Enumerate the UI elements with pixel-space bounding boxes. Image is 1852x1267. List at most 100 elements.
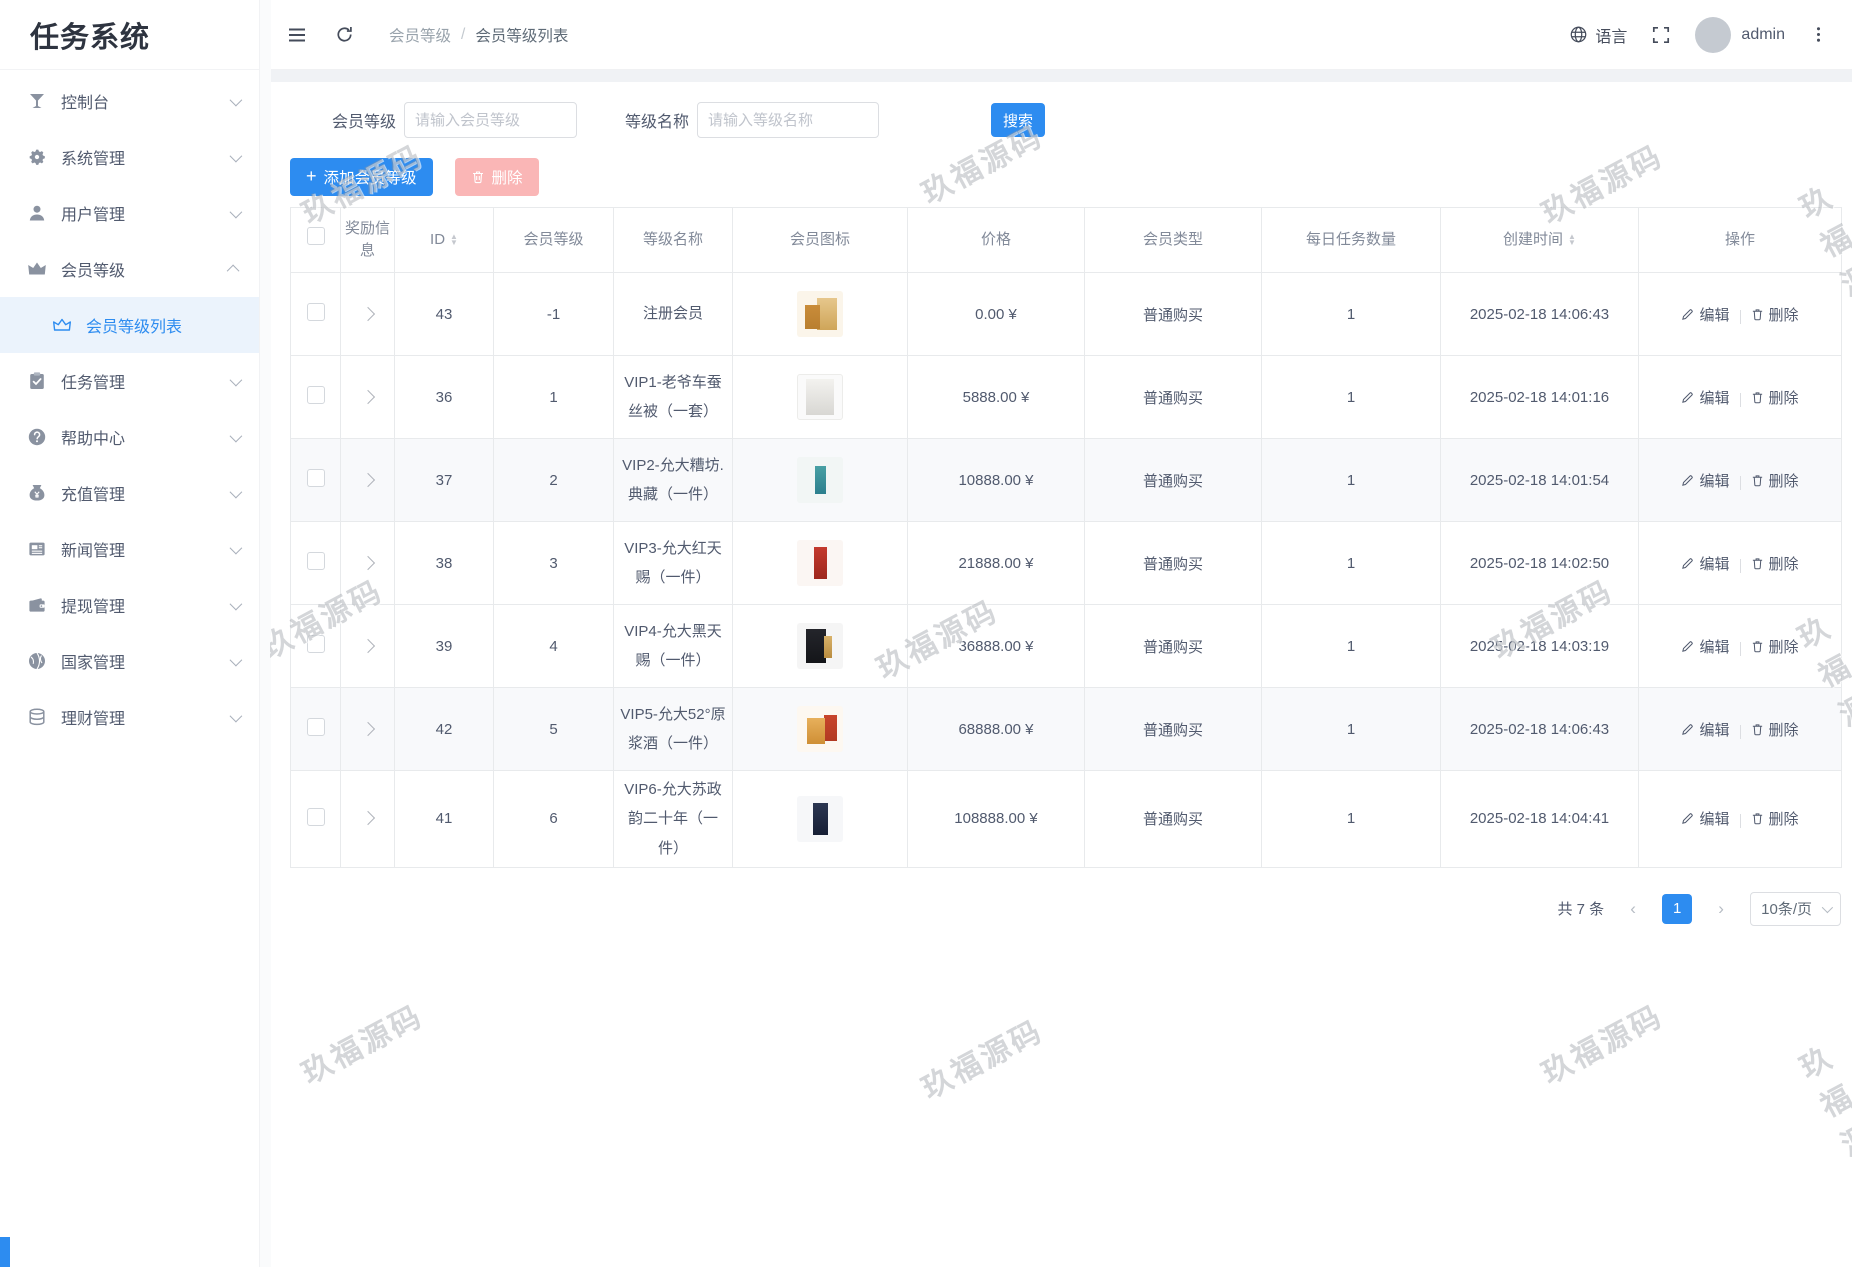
cell-price: 10888.00 ¥ (907, 438, 1085, 522)
expand-row-icon[interactable] (360, 472, 375, 487)
sort-icons[interactable]: ▲ ▼ (450, 233, 458, 247)
edit-button[interactable]: 编辑 (1681, 470, 1730, 491)
corner-accent (0, 1237, 10, 1267)
edit-button[interactable]: 编辑 (1681, 553, 1730, 574)
sidebar-item-label: 会员等级 (61, 263, 126, 280)
sidebar-item-help[interactable]: 帮助中心 (0, 409, 259, 465)
row-checkbox[interactable] (306, 386, 325, 404)
clipboard-icon (27, 371, 47, 391)
column-id[interactable]: ID ▲ ▼ (394, 207, 494, 273)
delete-button[interactable]: 删除 (1751, 636, 1799, 657)
database-icon (27, 707, 47, 727)
prev-page-button[interactable]: ‹ (1618, 893, 1649, 924)
sidebar-item-member-level-list[interactable]: 会员等级列表 (0, 297, 259, 353)
level-name-input[interactable] (697, 102, 880, 138)
search-button[interactable]: 搜索 (991, 103, 1046, 137)
table-row: 42 5 VIP5-允大52°原浆酒（一件） 68888.00 ¥ 普通购买 1… (290, 687, 1842, 771)
cell-id: 42 (394, 687, 494, 771)
row-checkbox[interactable] (306, 635, 325, 653)
product-image (797, 795, 843, 842)
member-level-input[interactable] (404, 102, 578, 138)
column-actions: 操作 (1638, 207, 1842, 273)
sidebar-item-withdraw[interactable]: 提现管理 (0, 577, 259, 633)
cell-daily-count: 1 (1261, 272, 1441, 356)
hamburger-menu-icon[interactable] (286, 24, 308, 46)
cell-member-type: 普通购买 (1084, 355, 1262, 439)
sidebar-item-system[interactable]: 系统管理 (0, 129, 259, 185)
cell-member-level: 3 (493, 521, 614, 605)
sidebar-item-users[interactable]: 用户管理 (0, 185, 259, 241)
sidebar-item-label: 控制台 (61, 95, 110, 112)
sidebar-item-country[interactable]: 国家管理 (0, 633, 259, 689)
cell-member-level: 4 (493, 604, 614, 688)
row-checkbox[interactable] (306, 718, 325, 736)
user-menu[interactable]: admin (1695, 16, 1785, 53)
breadcrumb-member-level[interactable]: 会员等级 (389, 24, 451, 46)
row-checkbox[interactable] (306, 303, 325, 321)
edit-button[interactable]: 编辑 (1681, 304, 1730, 325)
table-body: 43 -1 注册会员 0.00 ¥ 普通购买 1 2025-02-18 14:0… (290, 272, 1842, 868)
column-daily-task-count: 每日任务数量 (1261, 207, 1441, 273)
select-all-checkbox[interactable] (306, 227, 325, 246)
sidebar-item-recharge[interactable]: 充值管理 (0, 465, 259, 521)
sidebar-item-news[interactable]: 新闻管理 (0, 521, 259, 577)
trash-icon (1751, 640, 1764, 653)
chevron-down-icon (229, 541, 243, 554)
cell-member-level: 1 (493, 355, 614, 439)
next-page-button[interactable]: › (1706, 893, 1737, 924)
row-checkbox[interactable] (306, 469, 325, 487)
kebab-menu-icon[interactable] (1809, 25, 1828, 44)
delete-button[interactable]: 删除 (1751, 719, 1799, 740)
expand-row-icon[interactable] (360, 638, 375, 653)
wallet-icon (27, 595, 47, 615)
row-checkbox[interactable] (306, 552, 325, 570)
sidebar-item-member-level[interactable]: 会员等级 (0, 241, 259, 297)
sidebar-item-console[interactable]: 控制台 (0, 73, 259, 129)
edit-button[interactable]: 编辑 (1681, 636, 1730, 657)
product-image (797, 291, 843, 337)
sort-icons[interactable]: ▲ ▼ (1568, 233, 1576, 247)
edit-button[interactable]: 编辑 (1681, 719, 1730, 740)
sidebar-scrollbar[interactable] (259, 0, 271, 1267)
trash-icon (1751, 557, 1764, 570)
delete-button[interactable]: 删除 (1751, 304, 1799, 325)
row-checkbox[interactable] (306, 807, 325, 826)
add-member-level-button[interactable]: + 添加会员等级 (290, 158, 433, 196)
cell-member-level: 5 (493, 687, 614, 771)
language-switcher[interactable]: 语言 (1569, 23, 1627, 47)
expand-row-icon[interactable] (360, 306, 375, 321)
breadcrumb-member-level-list[interactable]: 会员等级列表 (475, 24, 568, 46)
sidebar-item-finance[interactable]: 理财管理 (0, 689, 259, 745)
pagination: 共 7 条 ‹ 1 › 10条/页 (290, 891, 1841, 926)
delete-button[interactable]: 删除 (1751, 387, 1799, 408)
chevron-down-icon (229, 485, 243, 498)
chevron-down-icon (229, 653, 243, 666)
edit-button[interactable]: 编辑 (1681, 808, 1730, 829)
delete-button[interactable]: 删除 (1751, 553, 1799, 574)
table-row: 36 1 VIP1-老爷车蚕丝被（一套） 5888.00 ¥ 普通购买 1 20… (290, 355, 1842, 439)
chevron-down-icon (229, 429, 243, 442)
edit-button[interactable]: 编辑 (1681, 387, 1730, 408)
bulk-delete-button[interactable]: 删除 (454, 158, 539, 196)
page-1-button[interactable]: 1 (1662, 893, 1693, 924)
cell-created-time: 2025-02-18 14:06:43 (1440, 272, 1639, 356)
toolbar: + 添加会员等级 删除 (290, 158, 1841, 196)
chevron-down-icon (229, 149, 243, 162)
trash-icon (1751, 812, 1764, 825)
delete-button[interactable]: 删除 (1751, 808, 1799, 829)
page-size-select[interactable]: 10条/页 (1750, 891, 1841, 926)
sidebar-item-tasks[interactable]: 任务管理 (0, 353, 259, 409)
crown-outline-icon (52, 315, 72, 335)
sidebar-menu: 控制台 系统管理 用户管理 会员等级 会员等级列表 任务管理 帮助中心 充值管理… (0, 70, 259, 745)
expand-row-icon[interactable] (360, 389, 375, 404)
expand-row-icon[interactable] (360, 555, 375, 570)
expand-row-icon[interactable] (360, 721, 375, 736)
refresh-icon[interactable] (334, 24, 355, 45)
column-created-time[interactable]: 创建时间 ▲ ▼ (1440, 207, 1639, 273)
cell-daily-count: 1 (1261, 438, 1441, 522)
delete-button[interactable]: 删除 (1751, 470, 1799, 491)
fullscreen-icon[interactable] (1651, 25, 1671, 45)
cell-id: 37 (394, 438, 494, 522)
expand-row-icon[interactable] (360, 811, 375, 826)
newspaper-icon (27, 539, 47, 559)
